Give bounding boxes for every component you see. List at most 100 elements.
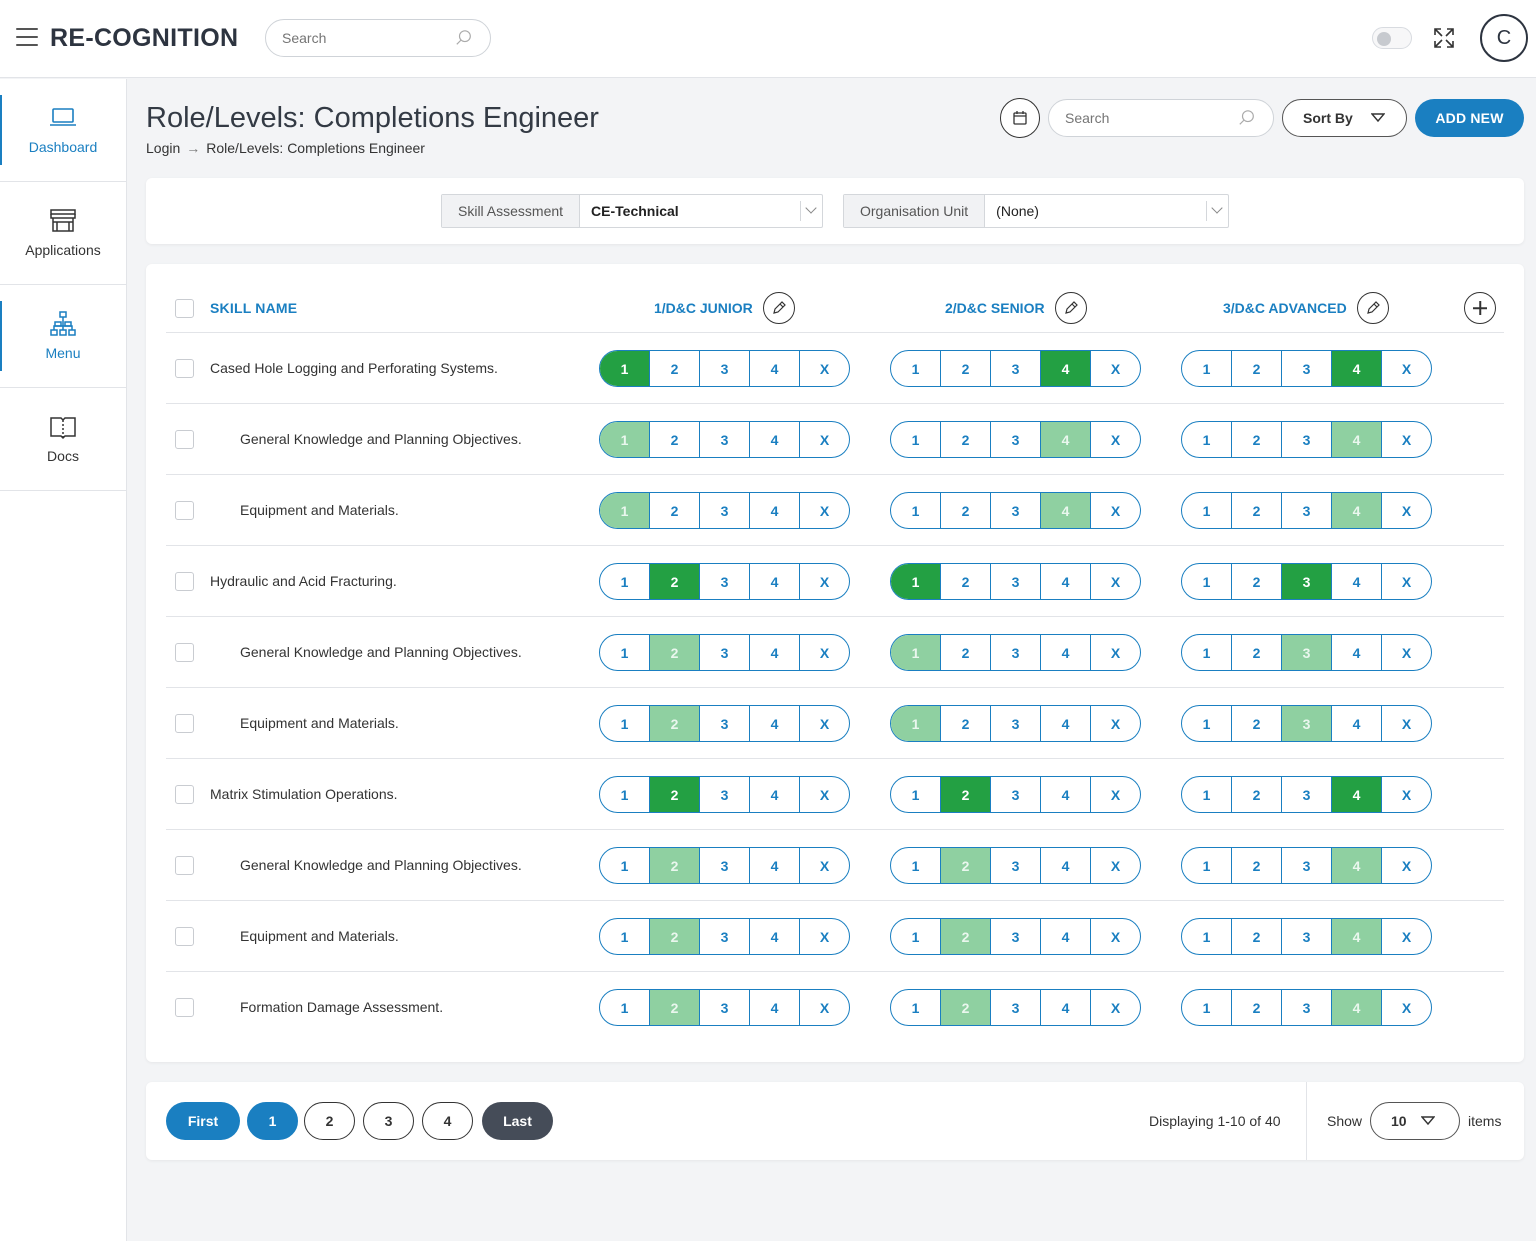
level-option-button[interactable]: 4 <box>750 848 800 883</box>
level-option-button[interactable]: 3 <box>700 422 750 457</box>
level-option-button[interactable]: 3 <box>1282 706 1332 741</box>
level-option-button[interactable]: 2 <box>941 706 991 741</box>
level-option-button[interactable]: 1 <box>600 493 650 528</box>
level-option-button[interactable]: 4 <box>750 777 800 812</box>
level-option-button[interactable]: X <box>800 777 849 812</box>
first-page-button[interactable]: First <box>166 1102 240 1140</box>
level-option-button[interactable]: 1 <box>1182 919 1232 954</box>
add-level-button[interactable] <box>1464 292 1496 324</box>
row-checkbox[interactable] <box>175 785 194 804</box>
skill-assessment-filter[interactable]: Skill Assessment CE-Technical <box>441 194 823 228</box>
level-option-button[interactable]: 4 <box>1041 351 1091 386</box>
level-option-button[interactable]: 3 <box>991 493 1041 528</box>
level-option-button[interactable]: 1 <box>891 493 941 528</box>
level-option-button[interactable]: X <box>800 422 849 457</box>
level-option-button[interactable]: 1 <box>891 635 941 670</box>
level-option-button[interactable]: 1 <box>1182 564 1232 599</box>
level-option-button[interactable]: 2 <box>941 635 991 670</box>
level-option-button[interactable]: 4 <box>1332 990 1382 1025</box>
level-option-button[interactable]: 4 <box>1041 422 1091 457</box>
level-option-button[interactable]: 1 <box>1182 422 1232 457</box>
level-option-button[interactable]: X <box>1382 706 1431 741</box>
level-option-button[interactable]: 3 <box>1282 564 1332 599</box>
level-option-button[interactable]: 3 <box>1282 848 1332 883</box>
edit-icon[interactable] <box>1054 292 1087 324</box>
level-option-button[interactable]: X <box>800 706 849 741</box>
level-option-button[interactable]: 2 <box>941 351 991 386</box>
top-search-box[interactable] <box>265 19 491 57</box>
level-option-button[interactable]: X <box>1091 919 1140 954</box>
level-option-button[interactable]: 4 <box>1332 848 1382 883</box>
level-option-button[interactable]: 1 <box>1182 777 1232 812</box>
level-option-button[interactable]: 3 <box>700 919 750 954</box>
level-option-button[interactable]: 2 <box>1232 777 1282 812</box>
level-option-button[interactable]: X <box>800 493 849 528</box>
level-option-button[interactable]: 3 <box>700 564 750 599</box>
row-checkbox[interactable] <box>175 359 194 378</box>
row-checkbox[interactable] <box>175 856 194 875</box>
level-option-button[interactable]: X <box>1382 564 1431 599</box>
level-option-button[interactable]: 2 <box>650 635 700 670</box>
main-search-input[interactable] <box>1065 110 1215 126</box>
calendar-button[interactable] <box>1000 98 1040 138</box>
level-option-button[interactable]: X <box>1382 493 1431 528</box>
edit-icon[interactable] <box>762 292 795 324</box>
level-option-button[interactable]: 1 <box>600 919 650 954</box>
level-option-button[interactable]: 2 <box>1232 564 1282 599</box>
organisation-unit-select[interactable]: (None) <box>985 195 1228 227</box>
level-option-button[interactable]: 1 <box>600 777 650 812</box>
level-option-button[interactable]: 3 <box>991 422 1041 457</box>
hamburger-menu-icon[interactable] <box>16 28 38 46</box>
level-option-button[interactable]: X <box>1091 848 1140 883</box>
level-option-button[interactable]: X <box>1091 422 1140 457</box>
breadcrumb-login[interactable]: Login <box>146 140 180 156</box>
row-checkbox[interactable] <box>175 430 194 449</box>
level-option-button[interactable]: 2 <box>650 493 700 528</box>
level-option-button[interactable]: 1 <box>600 564 650 599</box>
level-option-button[interactable]: 3 <box>1282 422 1332 457</box>
level-option-button[interactable]: X <box>800 564 849 599</box>
level-option-button[interactable]: 4 <box>1041 493 1091 528</box>
level-option-button[interactable]: 1 <box>1182 493 1232 528</box>
level-option-button[interactable]: 4 <box>750 351 800 386</box>
level-option-button[interactable]: 2 <box>650 564 700 599</box>
level-option-button[interactable]: 4 <box>750 635 800 670</box>
level-option-button[interactable]: X <box>1091 564 1140 599</box>
level-option-button[interactable]: 1 <box>600 990 650 1025</box>
level-option-button[interactable]: 3 <box>991 635 1041 670</box>
page-button-1[interactable]: 1 <box>247 1102 298 1140</box>
level-option-button[interactable]: 3 <box>991 706 1041 741</box>
level-option-button[interactable]: 1 <box>891 351 941 386</box>
level-option-button[interactable]: 1 <box>1182 706 1232 741</box>
row-checkbox[interactable] <box>175 998 194 1017</box>
level-option-button[interactable]: 2 <box>941 848 991 883</box>
sidebar-item-menu[interactable]: Menu <box>0 285 126 388</box>
level-option-button[interactable]: 2 <box>650 919 700 954</box>
level-option-button[interactable]: 4 <box>1041 848 1091 883</box>
level-option-button[interactable]: X <box>800 848 849 883</box>
row-checkbox[interactable] <box>175 572 194 591</box>
level-option-button[interactable]: 1 <box>600 635 650 670</box>
level-option-button[interactable]: 1 <box>1182 635 1232 670</box>
level-option-button[interactable]: 4 <box>1332 635 1382 670</box>
level-option-button[interactable]: 2 <box>941 777 991 812</box>
add-new-button[interactable]: ADD NEW <box>1415 99 1524 137</box>
level-option-button[interactable]: 2 <box>1232 706 1282 741</box>
level-option-button[interactable]: 1 <box>600 848 650 883</box>
level-option-button[interactable]: 3 <box>991 990 1041 1025</box>
level-option-button[interactable]: 2 <box>1232 990 1282 1025</box>
level-option-button[interactable]: 1 <box>891 848 941 883</box>
row-checkbox[interactable] <box>175 927 194 946</box>
level-option-button[interactable]: X <box>1382 990 1431 1025</box>
level-option-button[interactable]: 4 <box>1041 777 1091 812</box>
level-option-button[interactable]: 1 <box>891 990 941 1025</box>
last-page-button[interactable]: Last <box>482 1102 553 1140</box>
fullscreen-icon[interactable] <box>1432 26 1456 50</box>
user-avatar[interactable]: C <box>1480 14 1528 62</box>
level-option-button[interactable]: 4 <box>1332 493 1382 528</box>
level-option-button[interactable]: 1 <box>1182 351 1232 386</box>
level-option-button[interactable]: X <box>800 990 849 1025</box>
sidebar-item-dashboard[interactable]: Dashboard <box>0 79 126 182</box>
row-checkbox[interactable] <box>175 643 194 662</box>
level-option-button[interactable]: 4 <box>1041 990 1091 1025</box>
